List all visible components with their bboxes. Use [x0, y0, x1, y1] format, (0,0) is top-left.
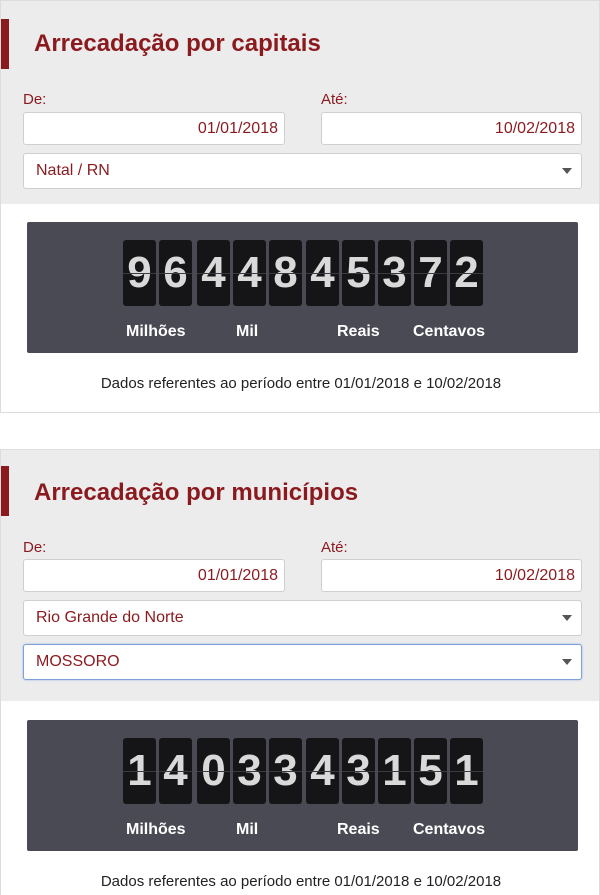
- unit-label-milhoes: Milhões: [126, 323, 186, 340]
- counter-board: 1 4 0 3 3 4 3 1 5 1 Milhões Mil Reais Ce…: [27, 720, 578, 851]
- caret-down-icon: [562, 168, 572, 174]
- municipality-select[interactable]: MOSSORO: [23, 644, 582, 680]
- counter-digit: 3: [378, 240, 411, 306]
- municipality-select-value: MOSSORO: [36, 653, 120, 670]
- end-date-input[interactable]: 10/02/2018: [321, 559, 582, 592]
- unit-label-milhoes: Milhões: [126, 821, 186, 838]
- de-label: De:: [23, 91, 47, 108]
- counter-board: 9 6 4 4 8 4 5 3 7 2 Milhões Mil Reais Ce…: [27, 222, 578, 353]
- de-label: De:: [23, 539, 47, 556]
- counter-digit: 3: [233, 738, 266, 804]
- unit-label-reais: Reais: [337, 821, 380, 838]
- counter-digit: 5: [342, 240, 375, 306]
- counter-digit: 9: [123, 240, 156, 306]
- counter-digit: 4: [306, 240, 339, 306]
- counter-digit: 4: [306, 738, 339, 804]
- state-select[interactable]: Rio Grande do Norte: [23, 600, 582, 636]
- panel-capitais-header: Arrecadação por capitais De: Até: 01/01/…: [1, 1, 599, 204]
- unit-label-mil: Mil: [236, 821, 259, 838]
- accent-bar: [1, 466, 9, 516]
- caret-down-icon: [562, 615, 572, 621]
- caret-down-icon: [562, 659, 572, 665]
- start-date-input[interactable]: 01/01/2018: [23, 559, 285, 592]
- counter-digit: 1: [378, 738, 411, 804]
- period-note: Dados referentes ao período entre 01/01/…: [100, 375, 502, 392]
- counter-digit: 3: [342, 738, 375, 804]
- ate-label: Até:: [321, 539, 348, 556]
- capital-select[interactable]: Natal / RN: [23, 153, 582, 189]
- panel-capitais: Arrecadação por capitais De: Até: 01/01/…: [0, 0, 600, 413]
- unit-label-centavos: Centavos: [413, 323, 486, 340]
- period-note: Dados referentes ao período entre 01/01/…: [100, 873, 502, 890]
- counter-digit: 4: [159, 738, 192, 804]
- accent-bar: [1, 19, 9, 69]
- counter-digit: 3: [269, 738, 302, 804]
- counter-digit: 1: [450, 738, 483, 804]
- counter-digit: 4: [197, 240, 230, 306]
- counter-digit: 0: [197, 738, 230, 804]
- state-select-value: Rio Grande do Norte: [36, 609, 184, 626]
- page-title: Arrecadação por capitais: [34, 30, 321, 57]
- panel-municipios: Arrecadação por municípios De: Até: 01/0…: [0, 449, 600, 895]
- capital-select-value: Natal / RN: [36, 162, 110, 179]
- counter-digit: 8: [269, 240, 302, 306]
- counter-digit: 1: [123, 738, 156, 804]
- counter-digit: 6: [159, 240, 192, 306]
- unit-label-centavos: Centavos: [413, 821, 486, 838]
- start-date-input[interactable]: 01/01/2018: [23, 112, 285, 145]
- counter-digit: 4: [233, 240, 266, 306]
- unit-label-reais: Reais: [337, 323, 380, 340]
- panel-municipios-header: Arrecadação por municípios De: Até: 01/0…: [1, 450, 599, 701]
- end-date-input[interactable]: 10/02/2018: [321, 112, 582, 145]
- counter-digit: 5: [414, 738, 447, 804]
- page-title: Arrecadação por municípios: [34, 479, 359, 506]
- ate-label: Até:: [321, 91, 348, 108]
- counter-digit: 7: [414, 240, 447, 306]
- unit-label-mil: Mil: [236, 323, 259, 340]
- counter-digit: 2: [450, 240, 483, 306]
